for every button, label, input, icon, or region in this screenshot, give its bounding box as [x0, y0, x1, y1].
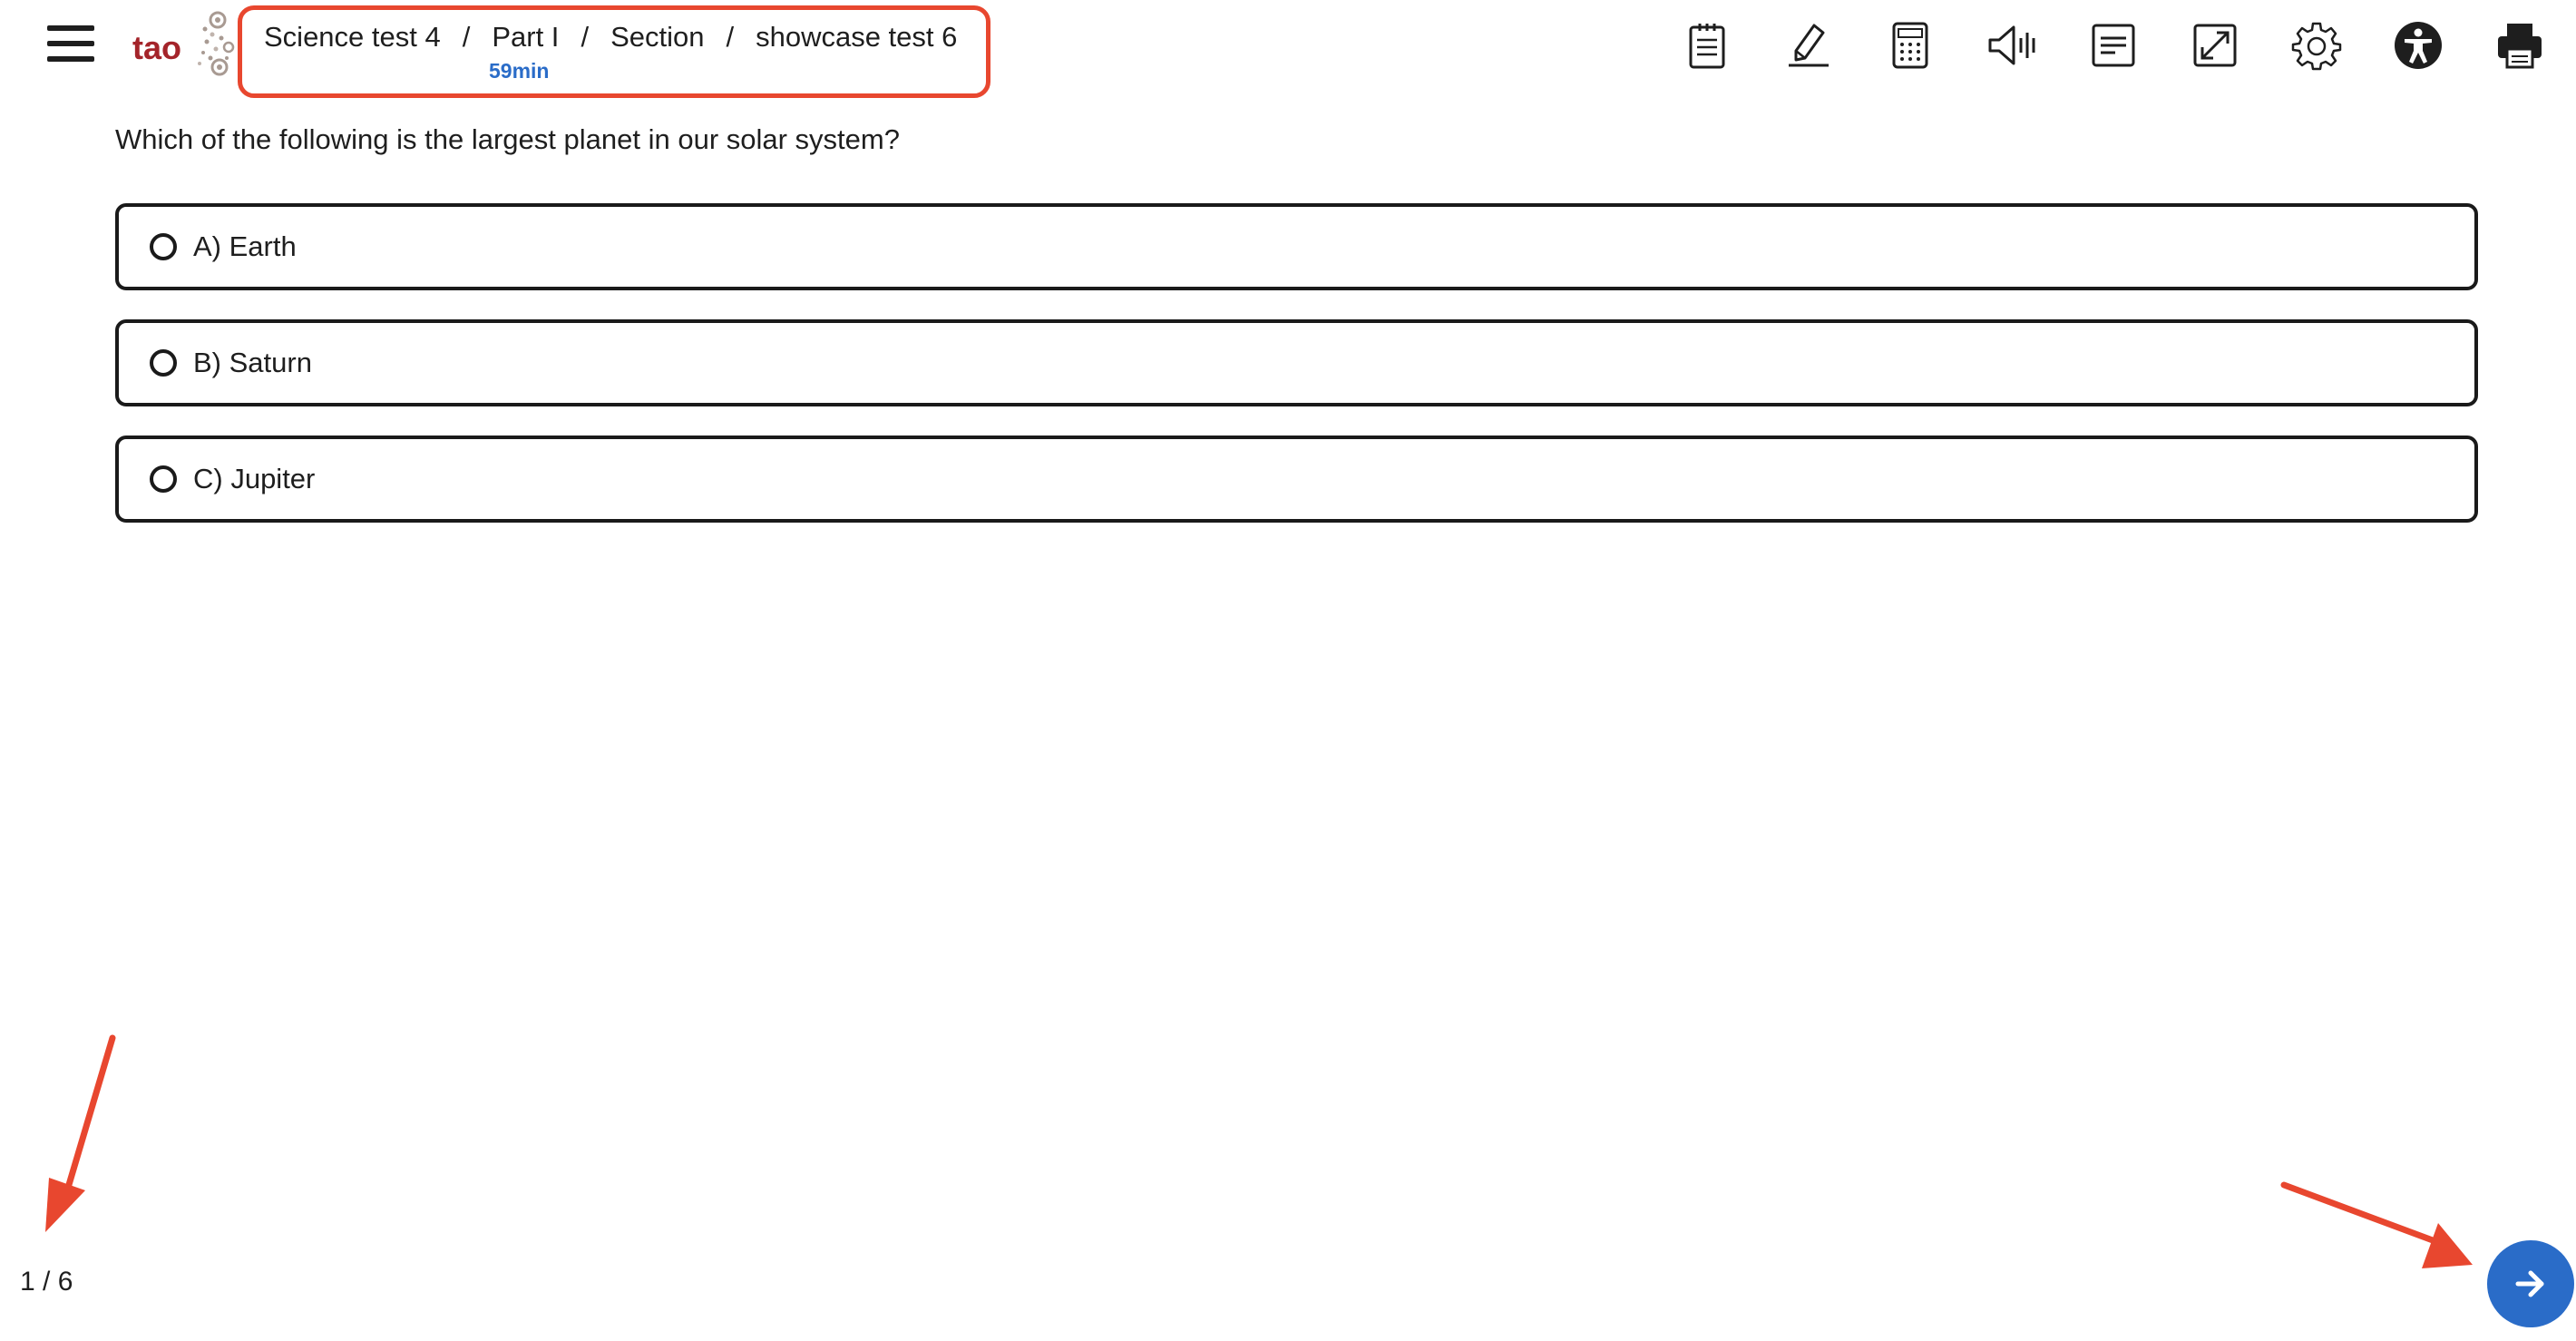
choice-a[interactable]: A) Earth — [115, 203, 2478, 290]
choice-label: C) Jupiter — [193, 463, 316, 494]
fullscreen-icon — [2193, 24, 2237, 67]
calculator-icon — [1892, 22, 1928, 69]
timer: 59min — [489, 59, 550, 83]
progress-indicator: 1 / 6 — [20, 1267, 73, 1297]
radio-button[interactable] — [150, 465, 177, 493]
question-prompt: Which of the following is the largest pl… — [115, 123, 900, 155]
settings-button[interactable] — [2288, 16, 2346, 74]
choice-c[interactable]: C) Jupiter — [115, 436, 2478, 523]
line-reader-button[interactable] — [2084, 16, 2142, 74]
hamburger-menu-icon[interactable] — [45, 22, 96, 65]
radio-button[interactable] — [150, 233, 177, 260]
print-button[interactable] — [2491, 16, 2549, 74]
breadcrumb-test[interactable]: Science test 4 — [264, 21, 441, 54]
print-icon — [2498, 24, 2542, 69]
annotation-arrow-right — [2280, 1181, 2473, 1268]
answer-choices: A) Earth B) Saturn C) Jupiter — [115, 203, 2478, 552]
logo-text: tao — [132, 29, 181, 66]
breadcrumb-separator: / — [462, 21, 471, 53]
toolbar — [1678, 16, 2549, 74]
breadcrumb-item[interactable]: showcase test 6 — [756, 21, 957, 54]
test-runner-page: tao Science test 4 / Part I / Section / — [0, 0, 2576, 1341]
choice-label: B) Saturn — [193, 347, 312, 378]
calculator-button[interactable] — [1881, 16, 1939, 74]
accessibility-icon — [2395, 22, 2442, 69]
choice-label: A) Earth — [193, 230, 297, 262]
text-to-speech-button[interactable] — [1983, 16, 2041, 74]
breadcrumb-part[interactable]: Part I — [492, 21, 559, 54]
breadcrumb: Science test 4 / Part I / Section / show… — [238, 5, 990, 98]
breadcrumb-trail: Science test 4 / Part I / Section / show… — [264, 21, 957, 54]
text-to-speech-icon — [1988, 25, 2035, 65]
choice-b[interactable]: B) Saturn — [115, 319, 2478, 406]
line-reader-icon — [2092, 24, 2135, 67]
accessibility-button[interactable] — [2389, 16, 2447, 74]
logo-dots-icon — [198, 11, 235, 76]
radio-button[interactable] — [150, 349, 177, 377]
fullscreen-button[interactable] — [2186, 16, 2244, 74]
annotation-arrow-left — [45, 1034, 116, 1232]
highlighter-button[interactable] — [1780, 16, 1838, 74]
breadcrumb-section[interactable]: Section — [610, 21, 704, 54]
arrow-right-icon — [2515, 1270, 2544, 1297]
next-button[interactable] — [2487, 1240, 2574, 1327]
notepad-button[interactable] — [1678, 16, 1736, 74]
settings-gear-icon — [2291, 22, 2342, 71]
tao-logo: tao — [132, 9, 235, 82]
highlighter-icon — [1789, 24, 1829, 67]
breadcrumb-separator: / — [726, 21, 735, 53]
breadcrumb-separator: / — [581, 21, 590, 53]
notepad-icon — [1689, 24, 1725, 69]
